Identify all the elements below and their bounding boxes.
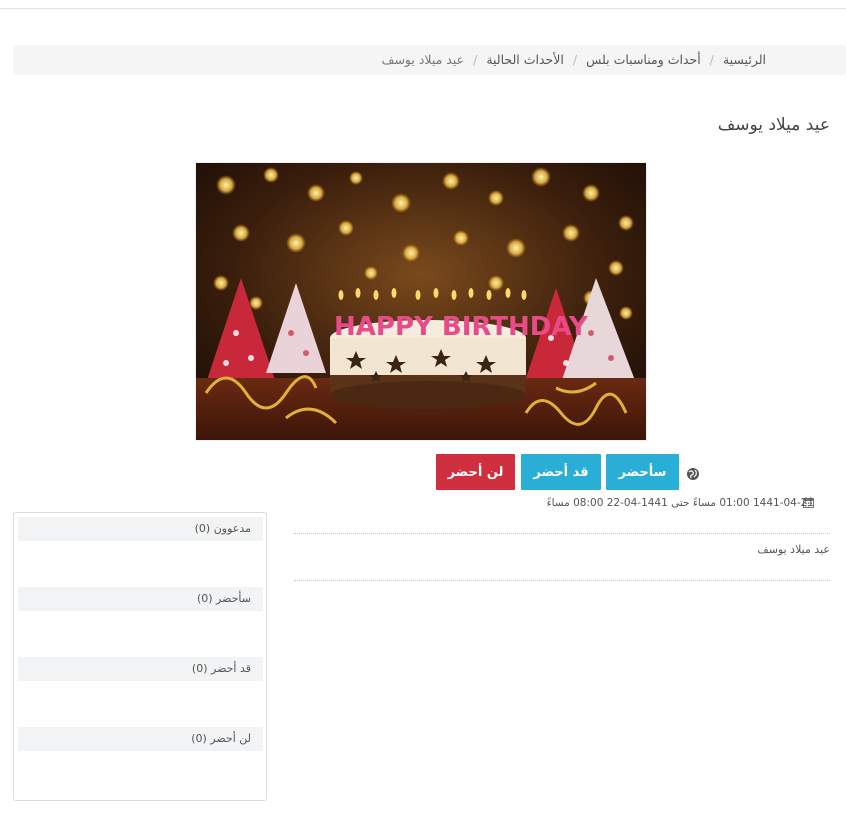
event-description: عيد ميلاد يوسف bbox=[757, 543, 830, 556]
divider bbox=[294, 533, 830, 534]
attending-header[interactable]: سأحضر (0) bbox=[18, 587, 263, 611]
birthday-cake-image: HAPPY BIRTHDAY bbox=[196, 163, 646, 440]
not-attending-header[interactable]: لن أحضر (0) bbox=[18, 727, 263, 751]
breadcrumb-events-plus[interactable]: أحداث ومناسبات بلس bbox=[586, 52, 701, 67]
rsvp-maybe-button[interactable]: قد أحضر bbox=[521, 454, 601, 490]
breadcrumb-separator: / bbox=[572, 52, 578, 67]
attendees-panel: مدعوون (0) سأحضر (0) قد أحضر (0) لن أحضر… bbox=[13, 512, 267, 801]
breadcrumb: الرئيسية / أحداث ومناسبات بلس / الأحداث الحا… bbox=[13, 45, 846, 75]
rsvp-attend-button[interactable]: سأحضر bbox=[606, 454, 679, 490]
divider bbox=[294, 580, 830, 581]
top-divider bbox=[0, 8, 846, 9]
event-datetime: 1441-04-21 01:00 مساءً حتى 1441-04-22 08… bbox=[546, 497, 814, 509]
breadcrumb-current: عيد ميلاد يوسف bbox=[381, 52, 465, 67]
breadcrumb-list: الرئيسية / أحداث ومناسبات بلس / الأحداث الحا… bbox=[382, 52, 767, 67]
breadcrumb-home[interactable]: الرئيسية bbox=[723, 52, 766, 67]
maybe-header[interactable]: قد أحضر (0) bbox=[18, 657, 263, 681]
breadcrumb-separator: / bbox=[709, 52, 714, 67]
page-title: عيد ميلاد يوسف bbox=[717, 115, 830, 135]
breadcrumb-current-events[interactable]: الأحداث الحالية bbox=[486, 52, 564, 67]
breadcrumb-separator: / bbox=[473, 52, 478, 67]
cake-candle-text: HAPPY BIRTHDAY bbox=[334, 312, 589, 342]
rsvp-not-attend-button[interactable]: لن أحضر bbox=[436, 454, 515, 490]
globe-icon bbox=[687, 468, 699, 480]
event-image: HAPPY BIRTHDAY bbox=[195, 162, 647, 441]
invited-header[interactable]: مدعوون (0) bbox=[18, 517, 263, 541]
